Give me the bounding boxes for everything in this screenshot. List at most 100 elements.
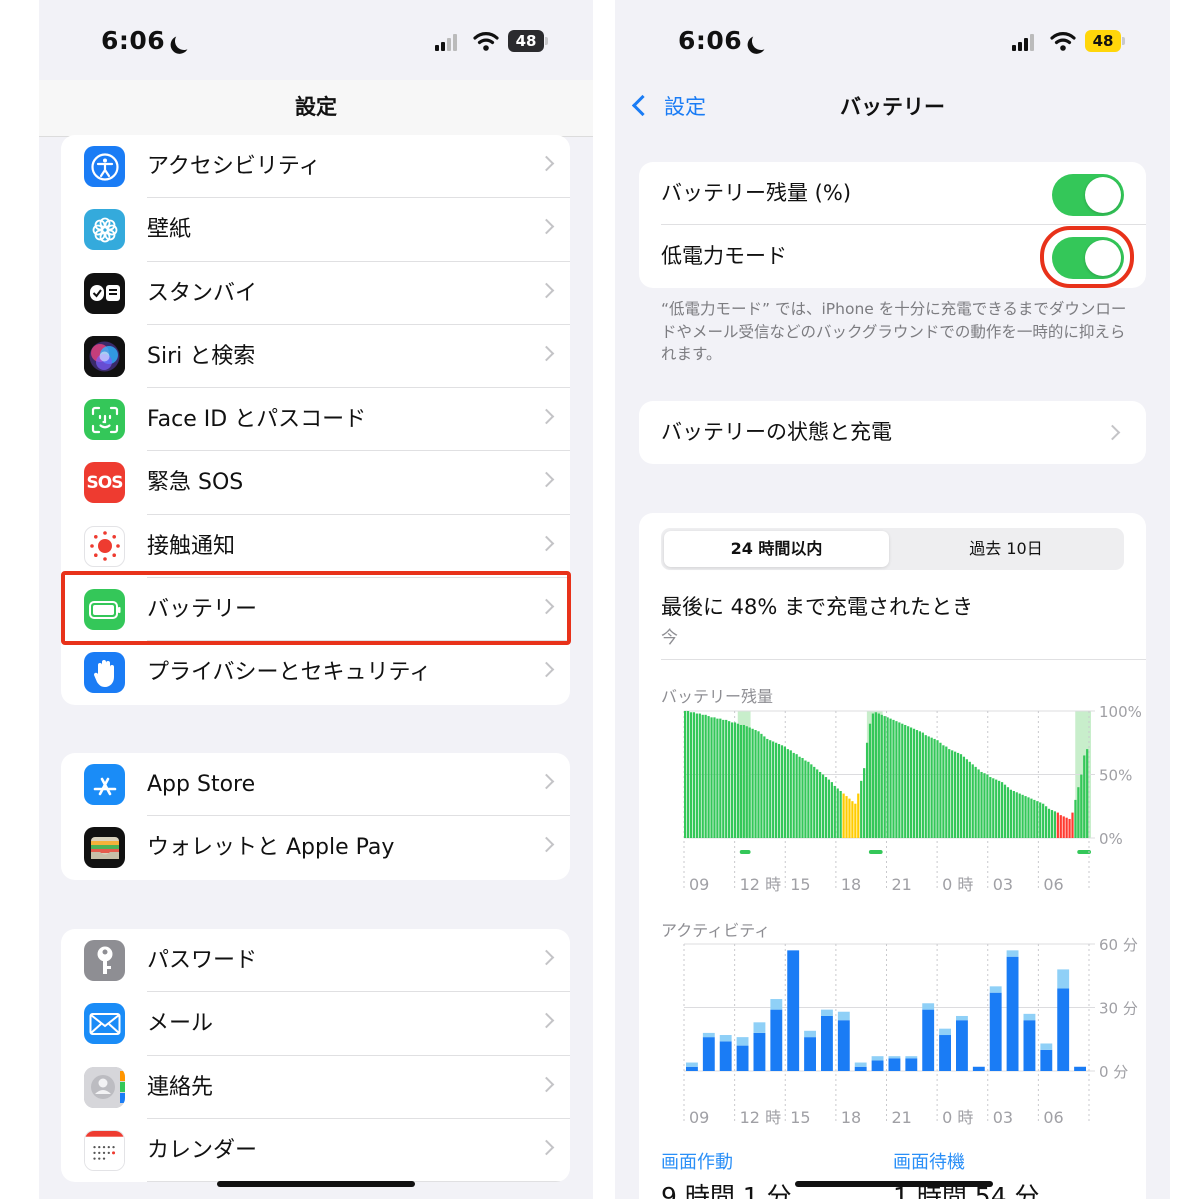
settings-row-wallpaper[interactable]: 壁紙 — [61, 198, 570, 262]
settings-row-faceid[interactable]: Face ID とパスコード — [61, 388, 570, 452]
battery-percentage-toggle[interactable] — [1052, 174, 1124, 216]
battery-status-icon: 48 — [1085, 30, 1125, 52]
sos-icon: SOS — [84, 462, 125, 504]
level-bar — [704, 714, 707, 838]
battery-health-card: バッテリーの状態と充電 — [639, 401, 1146, 464]
level-bar — [763, 736, 766, 838]
settings-row-label: Siri と検索 — [147, 343, 256, 369]
level-bar — [760, 733, 763, 838]
level-bar — [1030, 798, 1033, 838]
level-bar — [986, 774, 989, 838]
screen-on-bar — [1074, 1066, 1086, 1071]
level-bar — [842, 793, 845, 838]
moon-icon — [751, 31, 772, 52]
settings-row-label: 連絡先 — [147, 1074, 214, 1100]
chevron-right-icon — [538, 345, 555, 362]
level-bar — [998, 780, 1001, 838]
screen-on-bar — [922, 1009, 935, 1071]
level-bar — [754, 730, 757, 838]
level-bar — [783, 746, 787, 838]
level-bar — [1071, 812, 1074, 838]
screen-off-bar — [854, 1062, 867, 1067]
screen-on-bar — [787, 950, 800, 1071]
level-bar — [918, 731, 922, 838]
screen-on-bar — [736, 1045, 749, 1071]
settings-row-privacy[interactable]: プライバシーとセキュリティ — [61, 641, 570, 704]
screen-on-legend: 画面作動 — [661, 1152, 733, 1173]
last-charge-time: 今 — [661, 628, 678, 648]
level-bar — [810, 764, 813, 838]
level-bar — [968, 761, 971, 838]
x-tick-label: 03 — [993, 1108, 1013, 1127]
chevron-right-icon — [538, 1076, 555, 1092]
screen-on-bar — [821, 1015, 833, 1071]
settings-group-3: パスワードメール連絡先カレンダー — [61, 929, 570, 1183]
chevron-right-icon — [538, 662, 555, 678]
settings-row-standby[interactable]: スタンバイ — [61, 262, 570, 325]
settings-row-label: アクセシビリティ — [147, 154, 321, 179]
level-bar — [689, 712, 693, 838]
settings-row-exposure[interactable]: 接触通知 — [61, 515, 570, 579]
segment-10d[interactable]: 過去 10日 — [891, 531, 1121, 567]
level-bar — [995, 779, 998, 838]
settings-row-accessibility[interactable]: アクセシビリティ — [61, 135, 570, 199]
screen-on-bar — [686, 1066, 698, 1071]
low-power-mode-label: 低電力モード — [661, 244, 787, 268]
screen-on-bar — [972, 1066, 985, 1071]
level-bar — [989, 777, 992, 838]
settings-row-label: 壁紙 — [147, 217, 192, 243]
screen-off-bar — [719, 1035, 732, 1042]
level-bar — [795, 754, 798, 838]
screen-on-bar — [1006, 956, 1019, 1071]
battery-status-icon: 48 — [508, 30, 548, 52]
chevron-right-icon — [538, 535, 555, 552]
settings-row-mail[interactable]: メール — [61, 992, 570, 1056]
x-tick-label: 06 — [1043, 875, 1063, 894]
level-bar — [860, 780, 863, 838]
settings-row-passwords[interactable]: パスワード — [61, 929, 570, 993]
battery-health-row[interactable]: バッテリーの状態と充電 — [639, 401, 1146, 464]
settings-row-label: プライバシーとセキュリティ — [147, 660, 432, 686]
level-bar — [965, 759, 968, 838]
segment-24h[interactable]: 24 時間以内 — [664, 531, 889, 567]
settings-row-label: App Store — [147, 772, 256, 797]
privacy-hand-icon — [84, 652, 125, 694]
level-bar — [807, 761, 810, 838]
level-bar — [933, 738, 936, 838]
level-bar — [692, 712, 696, 838]
screen-on-bar — [719, 1041, 732, 1071]
settings-row-appstore[interactable]: App Store — [61, 753, 570, 817]
clock: 6:06 — [678, 26, 770, 55]
level-bar — [1033, 799, 1036, 838]
settings-row-wallet[interactable]: ウォレットと Apple Pay — [61, 816, 570, 879]
settings-row-label: Face ID とパスコード — [147, 407, 367, 433]
level-bar — [801, 757, 804, 838]
settings-row-calendar[interactable]: カレンダー — [61, 1119, 570, 1183]
level-bar — [959, 754, 963, 838]
level-bar — [880, 714, 883, 838]
level-bar — [1083, 755, 1086, 838]
face-id-icon — [84, 399, 125, 441]
level-bar — [713, 717, 716, 838]
level-bar — [948, 749, 951, 838]
screen-off-bar — [1023, 1013, 1036, 1021]
screen-off-bar — [989, 986, 1002, 993]
level-bar — [1012, 791, 1015, 838]
level-bar — [730, 722, 734, 838]
settings-row-label: スタンバイ — [147, 280, 258, 306]
level-bar — [909, 727, 913, 838]
screen-off-bar — [905, 1056, 918, 1059]
level-bar — [1027, 797, 1030, 838]
settings-row-label: パスワード — [147, 948, 258, 973]
battery-percentage-row: バッテリー残量 (%) — [639, 162, 1146, 225]
level-bar — [824, 777, 828, 838]
settings-row-siri[interactable]: Siri と検索 — [61, 325, 570, 389]
settings-row-label: 緊急 SOS — [147, 470, 244, 496]
level-bar — [772, 741, 775, 838]
battery-screen: 6:06 48 設定 バッテリー バッテリー残量 (%) 低電力モード “低電力… — [615, 0, 1170, 1199]
settings-row-sos[interactable]: SOS 緊急 SOS — [61, 451, 570, 515]
activity-chart: 60 分30 分0 分0912 時1518210 時03063月7日3月8日 — [683, 936, 1138, 1127]
level-bar — [962, 756, 966, 838]
settings-row-contacts[interactable]: 連絡先 — [61, 1056, 570, 1119]
siri-icon — [84, 335, 125, 377]
